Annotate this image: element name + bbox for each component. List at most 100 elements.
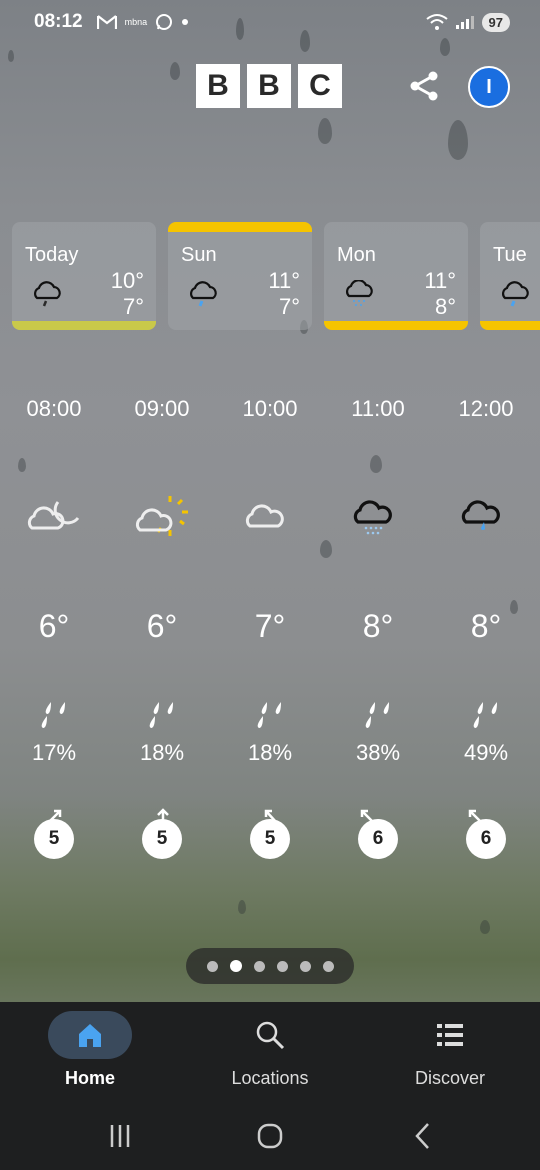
page-indicator[interactable]	[186, 948, 354, 984]
page-dot[interactable]	[299, 960, 311, 972]
logo-letter: C	[298, 64, 342, 108]
day-card-today[interactable]: Today 10° 7°	[12, 222, 156, 330]
system-navigation-bar	[0, 1102, 540, 1170]
logo-letter: B	[196, 64, 240, 108]
share-icon	[410, 71, 438, 101]
rain-chance: 49%	[463, 740, 509, 765]
nav-label: Home	[64, 1068, 115, 1088]
wind-speed: 5	[108, 808, 216, 860]
day-high-temp: 11°	[424, 268, 456, 293]
back-icon	[415, 1123, 429, 1149]
share-button[interactable]	[404, 66, 444, 106]
wind-direction-icon	[468, 809, 482, 823]
drizzle-cloud-icon	[346, 280, 373, 306]
wind-speed-value: 5	[156, 828, 168, 849]
day-card-tue[interactable]: Tue	[480, 222, 540, 330]
daily-forecast-strip[interactable]: Today 10° 7° Sun 11° 7° Mon 11° 8° Tue	[12, 222, 540, 332]
search-icon	[256, 1021, 285, 1050]
hour-time: 10:00	[242, 396, 298, 421]
light-rain-cloud-icon	[502, 281, 529, 307]
wind-speed-value: 5	[264, 828, 276, 849]
notification-icons: mbna	[96, 13, 190, 31]
hour-time: 09:00	[134, 396, 190, 421]
day-card-sun[interactable]: Sun 11° 7°	[168, 222, 312, 330]
raindrops-icon	[0, 700, 108, 730]
wind-speed-value: 6	[372, 828, 384, 849]
whatsapp-icon	[156, 14, 173, 30]
account-avatar-button[interactable]: I	[468, 66, 510, 108]
hour-temp: 7°	[254, 608, 286, 644]
battery-indicator: 97	[481, 12, 510, 32]
status-time: 08:12	[34, 11, 83, 32]
hour-temp: 6°	[146, 608, 178, 644]
hour-time: 12:00	[458, 396, 514, 421]
hour-temp: 8°	[470, 608, 502, 644]
nav-label: Locations	[231, 1068, 309, 1088]
recent-apps-icon	[110, 1125, 130, 1147]
light-rain-cloud-icon	[432, 492, 540, 544]
wind-direction-icon	[360, 809, 374, 823]
raindrops-icon	[324, 700, 432, 730]
home-icon	[79, 1024, 101, 1047]
gmail-icon	[96, 15, 117, 29]
rain-chance: 18%	[247, 740, 293, 765]
home-system-button[interactable]	[250, 1120, 290, 1152]
page-dot[interactable]	[253, 960, 265, 972]
back-button[interactable]	[402, 1120, 442, 1152]
wind-speed: 5	[216, 809, 324, 860]
wind-speed-value: 5	[48, 828, 60, 849]
signal-icon	[455, 16, 474, 29]
day-name: Mon	[337, 244, 376, 266]
list-icon	[437, 1024, 463, 1046]
raindrops-icon	[216, 700, 324, 730]
sunny-intervals-icon	[108, 492, 216, 544]
day-high-temp: 10°	[110, 268, 144, 293]
mbna-icon: mbna	[124, 17, 148, 27]
wind-speed: 6	[324, 809, 432, 860]
day-high-temp: 11°	[268, 268, 300, 293]
nav-label: Discover	[414, 1068, 485, 1088]
wifi-icon	[425, 14, 448, 30]
day-low-temp: 7°	[278, 294, 300, 319]
status-bar: 08:12 mbna 97	[0, 0, 540, 44]
nav-discover[interactable]: Discover	[360, 1002, 540, 1102]
wind-speed-value: 6	[480, 828, 492, 849]
drizzle-cloud-icon	[324, 492, 432, 544]
page-dot[interactable]	[276, 960, 288, 972]
bottom-navigation: Home Locations Discover	[0, 1002, 540, 1102]
raindrops-icon	[108, 700, 216, 730]
day-name: Tue	[493, 244, 527, 266]
page-dot-active[interactable]	[229, 960, 242, 972]
recent-apps-button[interactable]	[100, 1120, 140, 1152]
rain-chance: 38%	[355, 740, 401, 765]
logo-letter: B	[247, 64, 291, 108]
wind-speed: 6	[432, 809, 540, 860]
day-low-temp: 7°	[122, 294, 144, 319]
raindrops-icon	[432, 700, 540, 730]
day-card-mon[interactable]: Mon 11° 8°	[324, 222, 468, 330]
nav-home[interactable]: Home	[0, 1002, 180, 1102]
dot-icon	[182, 19, 189, 25]
rain-chance: 17%	[31, 740, 77, 765]
page-dot[interactable]	[322, 960, 334, 972]
hour-time: 11:00	[351, 396, 405, 421]
light-rain-cloud-icon	[34, 281, 61, 307]
hour-time: 08:00	[26, 396, 82, 421]
nav-locations[interactable]: Locations	[180, 1002, 360, 1102]
wind-direction-icon	[264, 809, 277, 823]
hour-temp: 8°	[362, 608, 394, 644]
rain-chance: 18%	[139, 740, 185, 765]
light-rain-cloud-icon	[190, 281, 217, 307]
day-name: Sun	[181, 244, 217, 266]
wind-direction-icon	[48, 809, 62, 823]
partly-cloudy-night-icon	[0, 492, 108, 544]
day-name: Today	[25, 244, 79, 266]
bbc-logo: B B C	[196, 64, 342, 108]
cloud-icon	[216, 492, 324, 544]
page-dot[interactable]	[206, 960, 218, 972]
home-circle-icon	[257, 1123, 283, 1149]
day-low-temp: 8°	[434, 294, 456, 319]
wind-speed: 5	[0, 809, 108, 860]
wind-direction-icon	[157, 808, 169, 823]
hour-temp: 6°	[38, 608, 70, 644]
